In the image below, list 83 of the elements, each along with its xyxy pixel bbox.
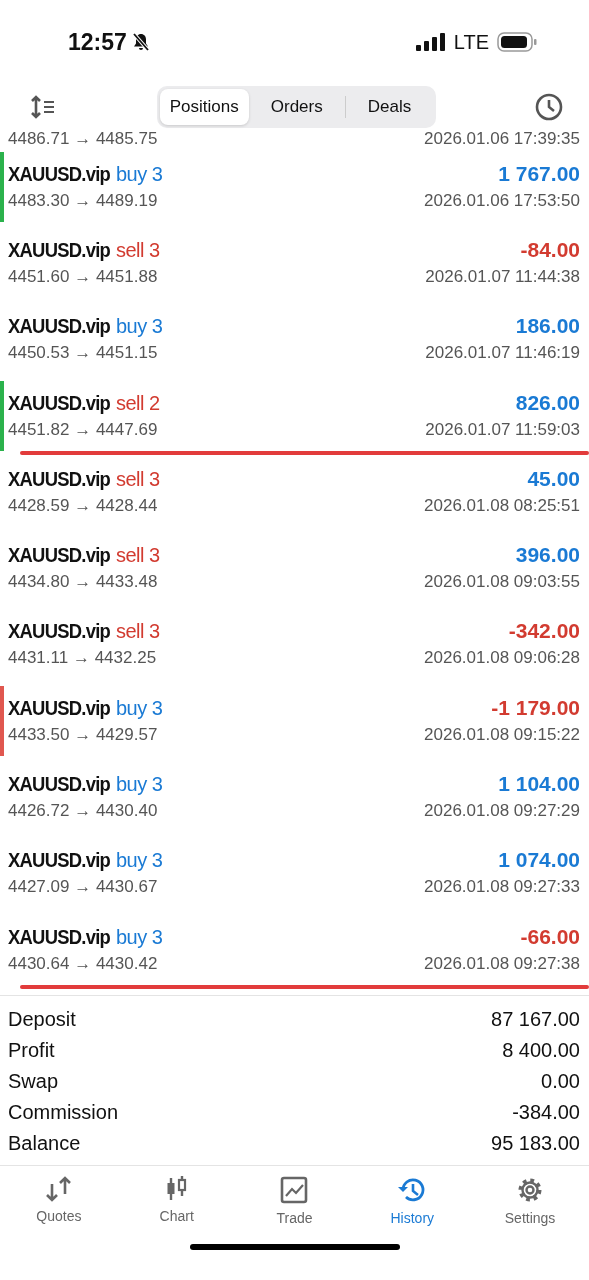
deal-time: 2026.01.06 17:53:50	[424, 190, 580, 211]
nav-tab[interactable]: Trade	[244, 1176, 345, 1242]
deal-time: 2026.01.08 09:03:55	[424, 572, 580, 593]
deal-side: buy 3	[115, 849, 163, 873]
deal-time: 2026.01.08 09:15:22	[424, 724, 580, 745]
deal-time: 2026.01.08 09:27:29	[424, 801, 580, 821]
price-range: 4433.50 → 4429.57	[8, 724, 158, 745]
summary-value: 95 183.00	[491, 1132, 580, 1155]
summary-value: 0.00	[541, 1070, 580, 1093]
deal-side: buy 3	[115, 162, 163, 186]
deal-profit: 1 074.00	[498, 848, 580, 873]
tab[interactable]: Orders	[248, 89, 345, 125]
deal-time: 2026.01.08 09:06:28	[424, 648, 580, 669]
arrows-icon	[44, 1176, 73, 1202]
deal-time: 2026.01.08 09:27:38	[424, 953, 580, 974]
muted-bell-icon	[130, 32, 151, 52]
symbol: XAUUSD.vip	[8, 162, 111, 186]
deal-profit: 1 104.00	[498, 772, 580, 796]
deal-profit: -66.00	[520, 924, 580, 949]
summary-label: Profit	[8, 1039, 55, 1062]
deal-profit: 826.00	[515, 390, 580, 415]
deal-side: sell 2	[115, 391, 160, 415]
symbol: XAUUSD.vip	[8, 849, 111, 873]
deal-profit: -342.00	[508, 619, 580, 644]
deal-side: buy 3	[115, 773, 163, 796]
tab[interactable]: Deals	[345, 89, 434, 125]
deal-time: 2026.01.08 09:27:33	[424, 877, 580, 898]
deal-time: 2026.01.07 11:46:19	[425, 343, 580, 364]
deal-side: sell 3	[115, 238, 160, 262]
deal-profit: -84.00	[520, 237, 580, 262]
signal-icon	[415, 33, 446, 51]
price-range: 4431.11 → 4432.25	[8, 648, 157, 669]
deal-profit: 45.00	[527, 466, 580, 491]
price-range: 4483.30 → 4489.19	[8, 190, 158, 211]
deal-side: buy 3	[115, 696, 163, 720]
symbol: XAUUSD.vip	[8, 467, 111, 491]
deal-time: 2026.01.07 11:44:38	[425, 266, 580, 287]
deal-time: 2026.01.06 17:39:35	[424, 130, 580, 148]
deal-profit: 1 767.00	[498, 161, 580, 186]
price-range: 4428.59 → 4428.44	[8, 495, 158, 516]
nav-tab[interactable]: Chart	[126, 1176, 227, 1242]
summary-label: Commission	[8, 1101, 119, 1124]
price-range: 4451.60 → 4451.88	[8, 266, 158, 287]
deal-profit: 186.00	[515, 314, 580, 339]
deal-profit: -1 179.00	[491, 695, 580, 720]
deal-time: 2026.01.08 08:25:51	[424, 495, 580, 516]
clock-icon[interactable]	[535, 93, 563, 121]
summary-label: Swap	[8, 1070, 59, 1093]
symbol: XAUUSD.vip	[8, 773, 111, 796]
status-time: 12:57	[68, 28, 127, 56]
symbol: XAUUSD.vip	[8, 391, 111, 415]
summary-label: Deposit	[8, 1008, 76, 1031]
deal-side: sell 3	[115, 620, 160, 644]
deal-time: 2026.01.07 11:59:03	[425, 419, 580, 440]
price-range: 4434.80 → 4433.48	[8, 572, 158, 593]
line-chart-icon	[280, 1176, 309, 1204]
battery-icon	[497, 32, 537, 52]
price-range: 4450.53 → 4451.15	[8, 343, 158, 364]
deal-profit: 396.00	[515, 543, 580, 568]
symbol: XAUUSD.vip	[8, 238, 111, 262]
price-range: 4427.09 → 4430.67	[8, 877, 158, 898]
symbol: XAUUSD.vip	[8, 544, 111, 568]
deal-side: buy 3	[115, 315, 163, 339]
symbol: XAUUSD.vip	[8, 315, 111, 339]
tab[interactable]: Positions	[159, 89, 249, 125]
nav-tab[interactable]: Settings	[480, 1176, 581, 1242]
deal-side: sell 3	[115, 467, 160, 491]
deal-side: buy 3	[115, 925, 163, 949]
network-label: LTE	[453, 30, 489, 54]
deal-side: sell 3	[115, 544, 160, 568]
nav-tab[interactable]: Quotes	[8, 1176, 109, 1242]
price-range: 4426.72 → 4430.40	[8, 801, 158, 821]
symbol: XAUUSD.vip	[8, 925, 111, 949]
price-range: 4451.82 → 4447.69	[8, 419, 158, 440]
summary-label: Balance	[8, 1132, 81, 1155]
symbol: XAUUSD.vip	[8, 620, 111, 644]
price-range: 4430.64 → 4430.42	[8, 953, 158, 974]
summary-value: 87 167.00	[491, 1008, 580, 1031]
summary-value: 8 400.00	[502, 1039, 580, 1062]
price-range: 4486.71 → 4485.75	[8, 130, 158, 148]
nav-tab[interactable]: History	[362, 1176, 463, 1242]
summary-value: -384.00	[512, 1101, 580, 1124]
symbol: XAUUSD.vip	[8, 696, 111, 720]
